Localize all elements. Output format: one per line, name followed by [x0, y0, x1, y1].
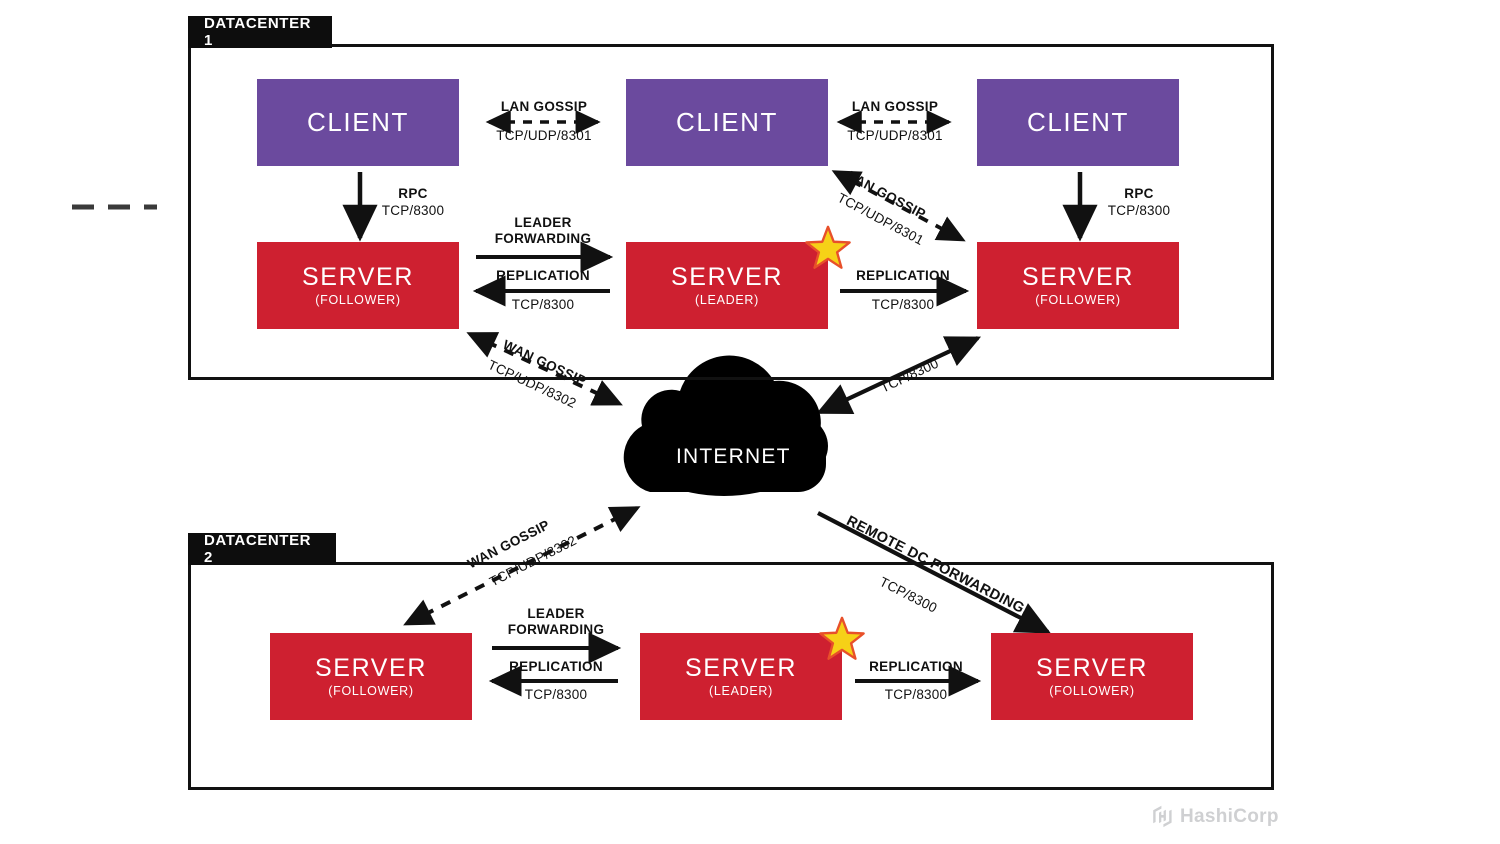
- dc1-client-1[interactable]: CLIENT: [257, 79, 459, 166]
- internet-label: INTERNET: [676, 445, 791, 468]
- datacenter-2-label-tab: DATACENTER 2: [188, 532, 336, 566]
- lan-gossip-label-1-port: TCP/UDP/8301: [496, 128, 592, 143]
- dc1-server-3-title: SERVER: [1022, 263, 1134, 292]
- datacenter-1-label: DATACENTER 1: [204, 15, 312, 49]
- replication-label-dc2-right-port: TCP/8300: [884, 687, 948, 702]
- dc2-server-3-role: (FOLLOWER): [1049, 683, 1135, 698]
- dc1-client-3-title: CLIENT: [1026, 106, 1130, 137]
- dc2-leader-star-icon: [819, 616, 865, 660]
- replication-label-dc1-left-name: REPLICATION: [496, 268, 590, 283]
- datacenter-1-label-tab: DATACENTER 1: [188, 15, 332, 49]
- lan-gossip-label-2-port: TCP/UDP/8301: [847, 128, 943, 143]
- dc1-server-2-role: (LEADER): [695, 292, 759, 307]
- dc1-server-3-role: (FOLLOWER): [1035, 292, 1121, 307]
- rpc-label-left-port: TCP/8300: [381, 203, 445, 218]
- dc1-client-1-title: CLIENT: [306, 106, 410, 137]
- lan-gossip-label-1-name: LAN GOSSIP: [500, 99, 588, 114]
- dc1-server-2-title: SERVER: [671, 263, 783, 292]
- replication-label-dc2-left-port: TCP/8300: [524, 687, 588, 702]
- dc2-server-2-role: (LEADER): [709, 683, 773, 698]
- replication-label-dc2-left-name: REPLICATION: [509, 659, 603, 674]
- leader-forwarding-label-dc2: LEADER FORWARDING: [507, 606, 605, 637]
- hashicorp-logo-icon: [1153, 805, 1172, 828]
- replication-label-dc2-right-name: REPLICATION: [869, 659, 963, 674]
- dc1-server-follower-1[interactable]: SERVER (FOLLOWER): [257, 242, 459, 329]
- replication-label-dc1-right-port: TCP/8300: [871, 297, 935, 312]
- dc1-server-leader[interactable]: SERVER (LEADER): [626, 242, 828, 329]
- dc2-server-3-title: SERVER: [1036, 654, 1148, 683]
- dc1-client-3[interactable]: CLIENT: [977, 79, 1179, 166]
- datacenter-2-label: DATACENTER 2: [204, 532, 312, 566]
- rpc-label-right-name: RPC: [1124, 186, 1154, 201]
- diagram-canvas: DATACENTER 1 CLIENT CLIENT CLIENT SERVER…: [0, 0, 1500, 844]
- dc1-client-2-title: CLIENT: [675, 106, 779, 137]
- replication-label-dc1-left-port: TCP/8300: [511, 297, 575, 312]
- rpc-label-left-name: RPC: [398, 186, 428, 201]
- dc2-server-follower-1[interactable]: SERVER (FOLLOWER): [270, 633, 472, 720]
- dc1-leader-star-icon: [805, 225, 851, 269]
- dc1-server-1-role: (FOLLOWER): [315, 292, 401, 307]
- lan-gossip-label-2-name: LAN GOSSIP: [851, 99, 939, 114]
- replication-label-dc1-right-name: REPLICATION: [856, 268, 950, 283]
- dc2-server-1-title: SERVER: [315, 654, 427, 683]
- hashicorp-brand-name: HashiCorp: [1180, 805, 1279, 827]
- leader-forwarding-label-dc1: LEADER FORWARDING: [494, 215, 592, 246]
- dc1-server-follower-2[interactable]: SERVER (FOLLOWER): [977, 242, 1179, 329]
- dc1-server-1-title: SERVER: [302, 263, 414, 292]
- hashicorp-brand: HashiCorp: [1152, 805, 1279, 828]
- dc2-server-follower-2[interactable]: SERVER (FOLLOWER): [991, 633, 1193, 720]
- rpc-label-right-port: TCP/8300: [1107, 203, 1171, 218]
- dc1-client-2[interactable]: CLIENT: [626, 79, 828, 166]
- dc2-server-2-title: SERVER: [685, 654, 797, 683]
- dc2-server-leader[interactable]: SERVER (LEADER): [640, 633, 842, 720]
- dc2-server-1-role: (FOLLOWER): [328, 683, 414, 698]
